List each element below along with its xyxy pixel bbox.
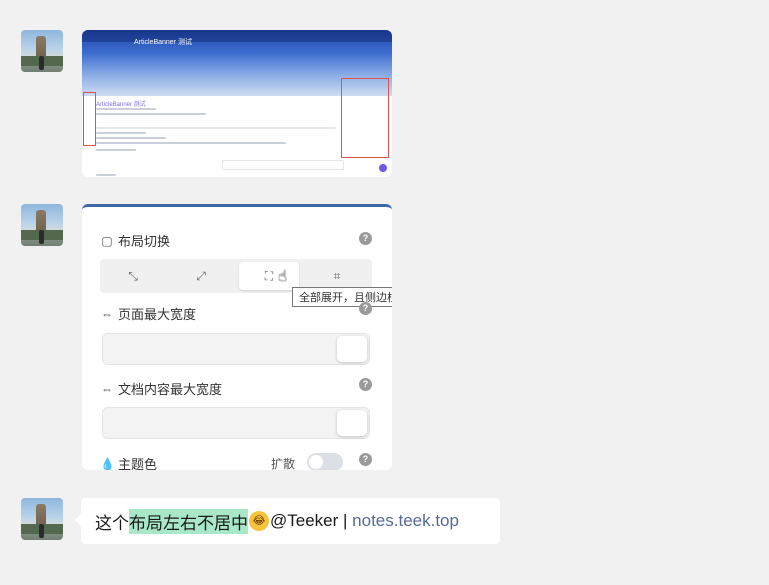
help-icon: ? — [359, 378, 372, 391]
help-icon: ? — [359, 302, 372, 315]
text-line — [96, 137, 166, 139]
notes-link[interactable]: notes.teek.top — [352, 511, 459, 531]
layout-switch-label: 布局切换 — [118, 234, 171, 249]
highlight-box — [341, 78, 389, 158]
doc-max-width-title: ⇔ 文档内容最大宽度 — [100, 379, 222, 398]
avatar[interactable] — [21, 204, 63, 246]
expand-label: 扩散 — [271, 457, 296, 470]
mention[interactable]: @Teeker — [270, 511, 338, 531]
doc-max-width-slider — [102, 407, 370, 439]
text-line — [96, 149, 136, 151]
layout-option-expand-sidebar-icon: ⤢ — [196, 269, 206, 283]
slider-thumb — [337, 336, 367, 362]
floating-button-icon — [379, 164, 387, 172]
page-max-width-label: 页面最大宽度 — [118, 307, 197, 322]
theme-color-title: 💧 主题色 — [100, 454, 158, 471]
width-arrows-icon: ⇔ — [101, 381, 113, 396]
text-line — [96, 108, 156, 110]
doc-max-width-label: 文档内容最大宽度 — [118, 382, 223, 397]
separator: | — [338, 511, 353, 530]
page-max-width-title: ⇔ 页面最大宽度 — [100, 304, 196, 323]
chat-image-screenshot[interactable]: ArticleBanner 测试 ArticleBanner 测试 — [82, 30, 392, 177]
droplet-icon: 💧 — [100, 456, 115, 471]
layout-switch-title: ▢ 布局切换 — [100, 231, 170, 250]
highlighted-text: 布局左右不居中 — [129, 508, 248, 534]
text-line — [96, 113, 206, 115]
nav-bar — [82, 30, 392, 42]
highlight-box — [83, 92, 96, 146]
width-arrows-icon: ⇔ — [101, 306, 113, 321]
chat-text-bubble[interactable]: 这个 布局左右不居中 😂 @Teeker | notes.teek.top — [75, 498, 500, 544]
layout-option-collapse-icon: ⤡ — [128, 269, 138, 283]
layout-option-fit-icon: ⌗ — [333, 269, 341, 283]
hand-cursor-icon: ☝ — [278, 268, 288, 285]
layout-tooltip: 全部展开，且侧边栏 — [292, 287, 392, 307]
help-icon: ? — [359, 232, 372, 245]
text-line — [96, 142, 286, 144]
content-title: ArticleBanner 测试 — [96, 102, 146, 108]
text-line — [96, 174, 116, 176]
theme-color-label: 主题色 — [118, 457, 158, 470]
text-line — [96, 127, 336, 129]
slider-thumb — [337, 410, 367, 436]
layout-option-full-expand-icon: ⛶ — [239, 262, 299, 290]
layout-icon: ▢ — [101, 233, 113, 248]
expand-toggle — [307, 453, 343, 470]
page-max-width-slider — [102, 333, 370, 365]
text-line — [96, 132, 146, 134]
input-box — [222, 160, 344, 170]
message-prefix: 这个 — [95, 513, 129, 533]
avatar[interactable] — [21, 30, 63, 72]
help-icon: ? — [359, 453, 372, 466]
chat-image-settings-panel[interactable]: ▢ 布局切换 ? ⤡ ⤢ ⛶ ⌗ ☝ 全部展开，且侧边栏 ⇔ 页面最大宽度 ? … — [82, 204, 392, 470]
banner-title: ArticleBanner 测试 — [134, 39, 192, 46]
avatar[interactable] — [21, 498, 63, 540]
laughing-emoji-icon: 😂 — [249, 511, 269, 531]
